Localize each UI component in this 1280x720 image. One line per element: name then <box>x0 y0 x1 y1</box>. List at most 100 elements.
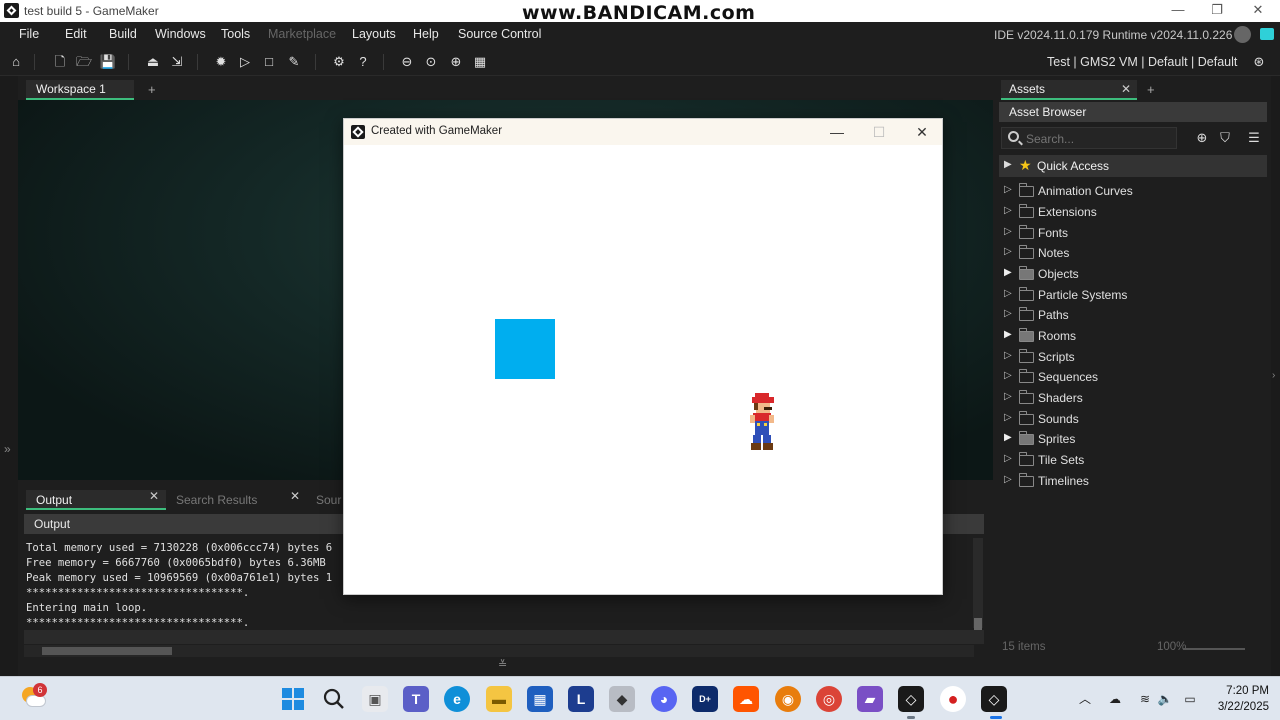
menu-file[interactable]: File <box>19 27 39 41</box>
menu-build[interactable]: Build <box>109 27 137 41</box>
blender-icon[interactable]: ◉ <box>775 686 801 712</box>
asset-folder-extensions[interactable]: ▷ Extensions <box>999 202 1267 222</box>
expand-arrow-icon[interactable]: ▷ <box>1004 391 1012 402</box>
close-output-tab-icon[interactable]: ✕ <box>149 489 159 503</box>
menu-tools[interactable]: Tools <box>221 27 250 41</box>
volume-icon[interactable]: 🔈 <box>1157 691 1173 707</box>
right-dock-gutter[interactable]: › <box>1271 76 1280 676</box>
bandicam-record-icon[interactable]: ● <box>940 686 966 712</box>
disney-plus-icon[interactable]: D+ <box>692 686 718 712</box>
expand-arrow-icon[interactable]: ▶ <box>1004 432 1012 443</box>
search-icon[interactable] <box>321 686 347 712</box>
asset-folder-sounds[interactable]: ▷ Sounds <box>999 409 1267 429</box>
gamemaker-runner-icon[interactable]: ◇ <box>981 686 1007 712</box>
debug-icon[interactable]: ✹ <box>212 53 230 71</box>
asset-folder-sprites[interactable]: ▶ Sprites <box>999 429 1267 449</box>
expand-arrow-icon[interactable]: ▷ <box>1004 226 1012 237</box>
app-l-icon[interactable]: L <box>568 686 594 712</box>
tab-workspace-1[interactable]: Workspace 1 <box>26 80 134 100</box>
grid-icon[interactable]: ▦ <box>471 53 489 71</box>
asset-folder-shaders[interactable]: ▷ Shaders <box>999 388 1267 408</box>
package-icon[interactable]: ⇲ <box>168 53 186 71</box>
task-view-icon[interactable]: ▣ <box>362 686 388 712</box>
tab-output[interactable]: Output <box>26 490 166 510</box>
home-icon[interactable]: ⌂ <box>7 53 25 71</box>
wifi-icon[interactable]: ≋ <box>1137 691 1153 707</box>
asset-search-box[interactable] <box>1001 127 1177 149</box>
expand-arrow-icon[interactable]: ▶ <box>1004 267 1012 278</box>
soundcloud-icon[interactable]: ☁ <box>733 686 759 712</box>
onedrive-icon[interactable]: ☁ <box>1107 691 1123 707</box>
clean-icon[interactable]: ✎ <box>285 53 303 71</box>
asset-folder-scripts[interactable]: ▷ Scripts <box>999 347 1267 367</box>
hscroll-thumb[interactable] <box>42 647 172 655</box>
clipchamp-icon[interactable]: ▰ <box>857 686 883 712</box>
asset-folder-timelines[interactable]: ▷ Timelines <box>999 471 1267 491</box>
expand-arrow-icon[interactable]: ▶ <box>1004 159 1012 170</box>
clock-date[interactable]: 3/22/2025 <box>1206 701 1269 713</box>
roblox-icon[interactable]: ◆ <box>609 686 635 712</box>
asset-folder-objects[interactable]: ▶ Objects <box>999 264 1267 284</box>
expand-arrow-icon[interactable]: ▷ <box>1004 184 1012 195</box>
chrome-icon[interactable]: ◎ <box>816 686 842 712</box>
expand-arrow-icon[interactable]: ▷ <box>1004 474 1012 485</box>
asset-folder-tile-sets[interactable]: ▷ Tile Sets <box>999 450 1267 470</box>
expand-arrow-icon[interactable]: ▷ <box>1004 308 1012 319</box>
settings-icon[interactable]: ⚙ <box>330 53 348 71</box>
add-workspace-button[interactable]: + <box>148 82 156 97</box>
windows-start-icon[interactable] <box>280 686 306 712</box>
game-window[interactable]: Created with GameMaker — ☐ ✕ <box>343 118 943 595</box>
gamemaker-taskbar-icon[interactable]: ◇ <box>898 686 924 712</box>
filter-icon[interactable]: ⛉ <box>1217 130 1233 146</box>
user-avatar-icon[interactable] <box>1234 26 1251 43</box>
tab-source-control[interactable]: Sour <box>306 490 346 510</box>
expand-right-icon[interactable]: › <box>1272 370 1275 381</box>
chat-icon[interactable] <box>1260 28 1274 40</box>
asset-folder-particle-systems[interactable]: ▷ Particle Systems <box>999 285 1267 305</box>
expand-arrow-icon[interactable]: ▶ <box>1004 329 1012 340</box>
chevron-down-icon[interactable]: ≚ <box>498 658 507 671</box>
save-icon[interactable]: 💾 <box>99 53 117 71</box>
expand-left-icon[interactable]: » <box>4 442 11 456</box>
battery-icon[interactable]: ▭ <box>1182 691 1198 707</box>
weather-widget[interactable]: 6 <box>22 683 47 709</box>
close-window-button[interactable]: ✕ <box>1238 0 1278 22</box>
output-log[interactable]: Total memory used = 7130228 (0x006ccc74)… <box>26 541 332 631</box>
chevron-up-icon[interactable]: ︿ <box>1077 691 1093 707</box>
restore-button[interactable]: ❐ <box>1197 0 1237 22</box>
asset-folder-fonts[interactable]: ▷ Fonts <box>999 223 1267 243</box>
open-project-icon[interactable]: 🗁 <box>75 53 93 71</box>
menu-layouts[interactable]: Layouts <box>352 27 396 41</box>
target-settings-icon[interactable]: ⊛ <box>1250 53 1268 71</box>
asset-search-input[interactable] <box>1026 131 1171 147</box>
asset-folder-notes[interactable]: ▷ Notes <box>999 243 1267 263</box>
clock-time[interactable]: 7:20 PM <box>1224 685 1269 697</box>
zoom-out-icon[interactable]: ⊖ <box>398 53 416 71</box>
run-icon[interactable]: ▷ <box>236 53 254 71</box>
zoom-reset-icon[interactable]: ⊙ <box>422 53 440 71</box>
game-minimize-button[interactable]: — <box>822 122 852 142</box>
stop-icon[interactable]: □ <box>260 53 278 71</box>
edge-browser-icon[interactable]: e <box>444 686 470 712</box>
close-search-tab-icon[interactable]: ✕ <box>290 489 300 503</box>
asset-zoom-slider[interactable] <box>1183 648 1245 650</box>
expand-arrow-icon[interactable]: ▷ <box>1004 370 1012 381</box>
microsoft-store-icon[interactable]: ▦ <box>527 686 553 712</box>
expand-arrow-icon[interactable]: ▷ <box>1004 288 1012 299</box>
menu-windows[interactable]: Windows <box>155 27 206 41</box>
expand-arrow-icon[interactable]: ▷ <box>1004 412 1012 423</box>
menu-help[interactable]: Help <box>413 27 439 41</box>
minimize-button[interactable]: — <box>1158 0 1198 22</box>
create-executable-icon[interactable]: ⏏ <box>144 53 162 71</box>
expand-arrow-icon[interactable]: ▷ <box>1004 246 1012 257</box>
left-dock-gutter[interactable]: » <box>0 76 18 676</box>
new-project-icon[interactable]: 🗋 <box>51 53 69 71</box>
add-asset-icon[interactable]: ⊕ <box>1194 130 1210 146</box>
expand-arrow-icon[interactable]: ▷ <box>1004 350 1012 361</box>
output-vertical-scrollbar[interactable] <box>973 538 983 632</box>
tab-assets[interactable]: Assets ✕ <box>1001 80 1137 100</box>
menu-marketplace[interactable]: Marketplace <box>268 27 336 41</box>
zoom-in-icon[interactable]: ⊕ <box>447 53 465 71</box>
asset-folder-animation-curves[interactable]: ▷ Animation Curves <box>999 181 1267 201</box>
menu-edit[interactable]: Edit <box>65 27 87 41</box>
